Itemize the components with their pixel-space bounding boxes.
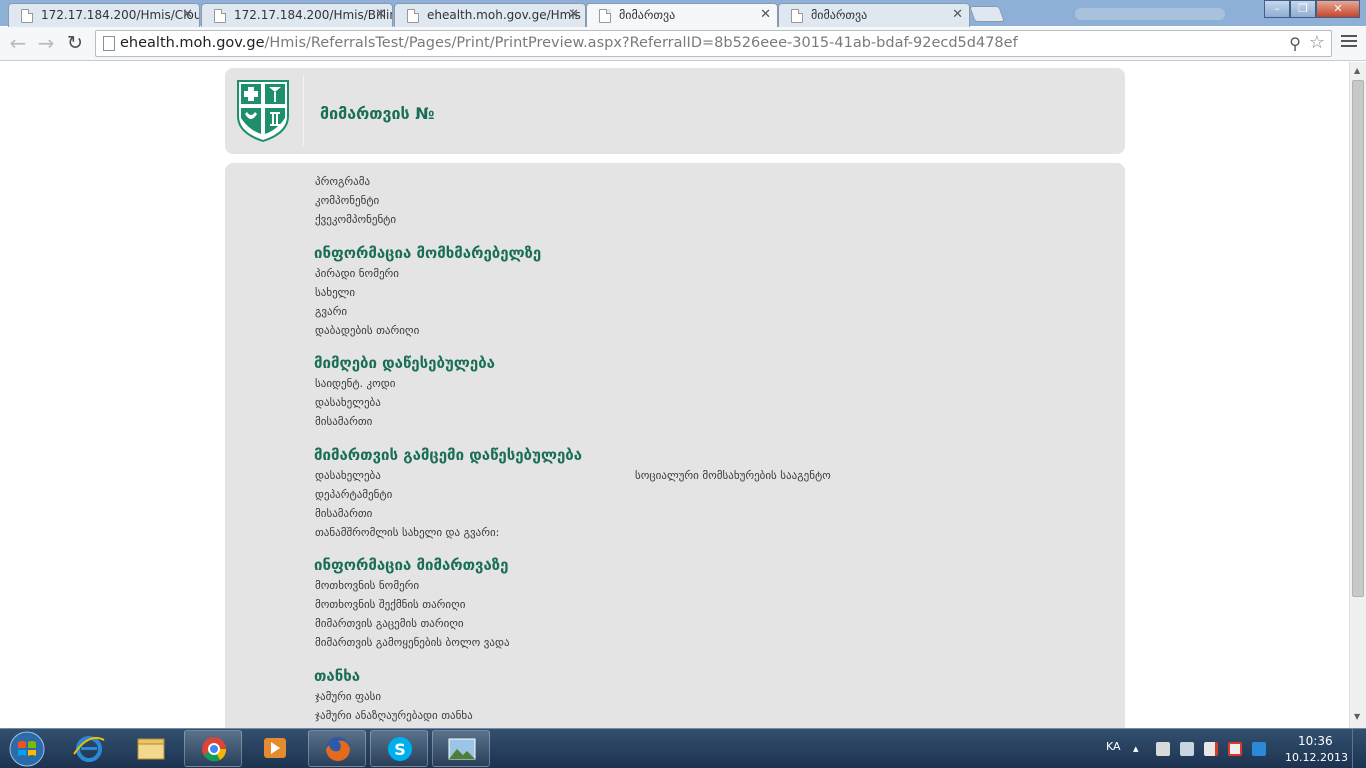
tab-4[interactable]: მიმართვა ✕ [586,3,778,27]
field-last-name: გვარი [315,305,348,318]
maximize-button[interactable]: ❐ [1290,0,1316,18]
tab-strip: 172.17.184.200/Hmis/Clou ✕ 172.17.184.20… [0,0,1366,27]
address-bar[interactable]: ehealth.moh.gov.ge/Hmis/ReferralsTest/Pa… [95,30,1332,57]
tab-title: ehealth.moh.gov.ge/Hmis [427,8,581,22]
referral-header: მიმართვის № [225,68,1125,154]
section-referral-info: ინფორმაცია მიმართვაზე [314,556,509,574]
chevron-up-icon[interactable]: ▴ [1133,742,1147,756]
network-icon[interactable] [1180,742,1194,756]
field-subcomponent: ქვეკომპონენტი [315,213,397,226]
firefox-icon[interactable] [308,730,366,767]
field-name: დასახელება [315,396,381,409]
field-total-price: ჯამური ფასი [315,690,382,703]
image-viewer-icon[interactable] [432,730,490,767]
zoom-icon[interactable]: ⚲ [1289,34,1301,53]
chrome-icon[interactable] [184,730,242,767]
start-orb-icon[interactable] [2,730,52,768]
close-icon[interactable]: ✕ [375,4,386,26]
windows-explorer-icon[interactable] [122,730,180,767]
window-controls: – ❐ ✕ [1264,0,1360,20]
field-first-name: სახელი [315,286,356,299]
tab-title: 172.17.184.200/Hmis/Clou [41,8,200,22]
tab-1[interactable]: 172.17.184.200/Hmis/Clou ✕ [8,3,200,27]
page-icon [21,9,33,23]
page-icon [407,9,419,23]
bookmark-star-icon[interactable]: ☆ [1309,32,1325,53]
page-title: მიმართვის № [320,104,435,123]
menu-icon[interactable] [1341,35,1357,49]
new-tab-button[interactable] [969,6,1005,22]
reload-button[interactable]: ↻ [63,32,87,56]
tab-2[interactable]: 172.17.184.200/Hmis/Billin ✕ [201,3,393,27]
action-center-icon[interactable] [1228,742,1242,756]
page-icon [103,36,115,51]
url-path: /Hmis/ReferralsTest/Pages/Print/PrintPre… [264,35,1018,51]
field-employee-name: თანამშრომლის სახელი და გვარი: [315,526,500,539]
field-program: პროგრამა [315,175,371,188]
close-icon[interactable]: ✕ [568,4,579,26]
page-icon [791,9,803,23]
ministry-logo [237,80,289,142]
clock-date[interactable]: 10.12.2013 [1285,751,1348,764]
field-department: დეპარტამენტი [315,488,393,501]
skype-icon[interactable]: S [370,730,428,767]
clock-time[interactable]: 10:36 [1298,734,1333,748]
field-address: მისამართი [315,415,373,428]
close-icon[interactable]: ✕ [760,4,771,26]
vertical-scrollbar[interactable]: ▲ ▼ [1349,62,1366,728]
divider [303,76,304,146]
tab-5[interactable]: მიმართვა ✕ [778,3,970,27]
section-receiving-facility: მიმღები დაწესებულება [314,354,495,372]
tab-title: მიმართვა [811,8,868,22]
field-total-reimbursable: ჯამური ანაზღაურებადი თანხა [315,709,473,722]
section-issuing-facility: მიმართვის გამცემი დაწესებულება [314,446,583,464]
background-blur [1075,8,1225,20]
field-birth-date: დაბადების თარიღი [315,324,420,337]
language-indicator[interactable]: KA [1106,740,1121,753]
svg-text:S: S [394,740,406,759]
back-button[interactable]: ← [6,32,30,56]
issuing-facility-name-value: სოციალური მომსახურების სააგენტო [635,469,831,482]
url-host: ehealth.moh.gov.ge [120,35,265,51]
windows-taskbar: S KA ▴ 10:36 10.12.2013 [0,728,1366,768]
referral-details: პროგრამა კომპონენტი ქვეკომპონენტი ინფორმ… [225,163,1125,728]
url-text[interactable]: ehealth.moh.gov.ge/Hmis/ReferralsTest/Pa… [120,31,1018,56]
internet-explorer-icon[interactable] [60,730,118,767]
close-icon[interactable]: ✕ [182,4,193,26]
volume-muted-icon[interactable] [1204,742,1218,756]
dropbox-icon[interactable] [1252,742,1266,756]
scroll-up-arrow-icon[interactable]: ▲ [1354,66,1360,75]
field-issue-date: მიმართვის გაცემის თარიღი [315,617,464,630]
page-viewport: მიმართვის № პროგრამა კომპონენტი ქვეკომპო… [0,62,1349,728]
media-player-icon[interactable] [246,730,304,767]
section-amount: თანხა [314,667,361,685]
minimize-button[interactable]: – [1264,0,1290,18]
tab-title: 172.17.184.200/Hmis/Billin [234,8,393,22]
tab-title: მიმართვა [619,8,676,22]
field-component: კომპონენტი [315,194,380,207]
page-icon [214,9,226,23]
field-name: დასახელება [315,469,381,482]
scroll-down-arrow-icon[interactable]: ▼ [1354,712,1360,721]
field-personal-number: პირადი ნომერი [315,267,399,280]
field-address: მისამართი [315,507,373,520]
close-window-button[interactable]: ✕ [1316,0,1360,18]
safely-remove-hardware-icon[interactable] [1156,742,1170,756]
field-id-code: საიდენტ. კოდი [315,377,396,390]
field-expiry-date: მიმართვის გამოყენების ბოლო ვადა [315,636,510,649]
section-patient-info: ინფორმაცია მომხმარებელზე [314,244,542,262]
field-request-number: მოთხოვნის ნომერი [315,579,420,592]
close-icon[interactable]: ✕ [952,4,963,26]
show-desktop-button[interactable] [1352,729,1366,768]
browser-toolbar: ← → ↻ ehealth.moh.gov.ge/Hmis/ReferralsT… [0,27,1366,61]
page-icon [599,9,611,23]
forward-button[interactable]: → [34,32,58,56]
tab-3[interactable]: ehealth.moh.gov.ge/Hmis ✕ [394,3,586,27]
field-request-created-date: მოთხოვნის შექმნის თარიღი [315,598,466,611]
scroll-thumb[interactable] [1352,80,1364,597]
